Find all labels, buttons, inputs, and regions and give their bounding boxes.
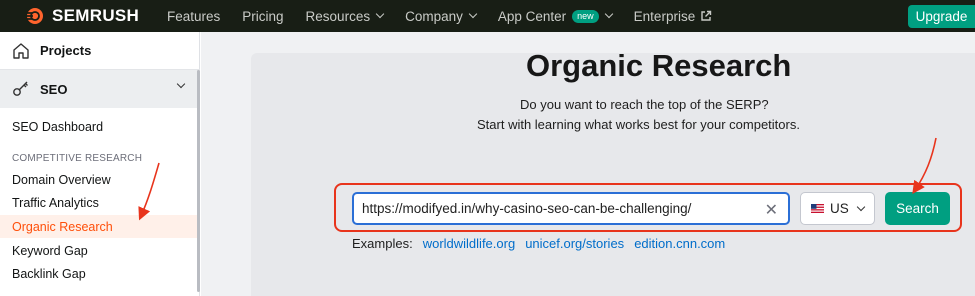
annotation-arrow-search (912, 137, 937, 194)
annotation-arrows (138, 137, 937, 221)
annotation-arrow-sidebar (138, 162, 160, 221)
